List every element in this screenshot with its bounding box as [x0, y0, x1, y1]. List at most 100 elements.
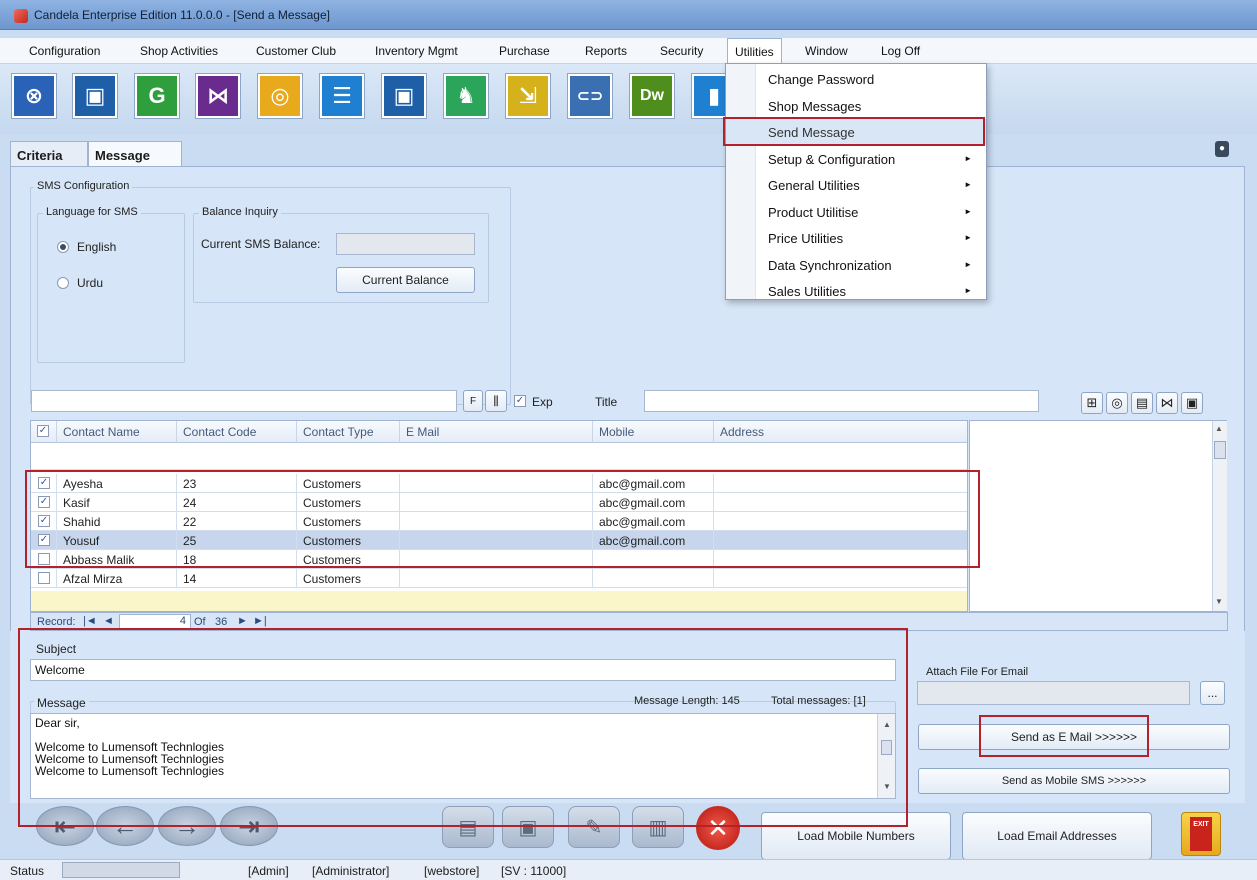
row-checkbox[interactable] [38, 572, 50, 584]
delete-icon[interactable]: ▥ [632, 806, 684, 848]
message-scroll-up-icon[interactable]: ▲ [883, 720, 891, 729]
menu-inventory-mgmt[interactable]: Inventory Mgmt [375, 44, 458, 58]
menu-window[interactable]: Window [805, 44, 848, 58]
radio-english[interactable] [57, 241, 69, 253]
table-row[interactable]: Abbass Malik 18 Customers [31, 550, 967, 569]
table-row[interactable]: ✓ Kasif 24 Customers abc@gmail.com [31, 493, 967, 512]
message-scroll-down-icon[interactable]: ▼ [883, 782, 891, 791]
dropdown-item-sales-utilities[interactable]: Sales Utilities ► [726, 278, 986, 299]
current-balance-button[interactable]: Current Balance [336, 267, 475, 293]
new-document-icon[interactable]: ▤ [442, 806, 494, 848]
load-email-addresses-button[interactable]: Load Email Addresses [962, 812, 1152, 860]
menu-security[interactable]: Security [660, 44, 703, 58]
col-email[interactable]: E Mail [400, 421, 593, 443]
col-contact-type[interactable]: Contact Type [297, 421, 400, 443]
cell-select: ✓ [31, 531, 57, 550]
menu-shop-activities[interactable]: Shop Activities [140, 44, 218, 58]
dreamweaver-icon[interactable]: Dw [630, 74, 674, 118]
last-record-icon[interactable]: ►| [253, 615, 267, 627]
grid-filter-row[interactable] [31, 443, 967, 470]
message-scrollbar[interactable]: ▲ ▼ [877, 714, 895, 798]
dropdown-item-product-utilitise[interactable]: Product Utilitise ► [726, 199, 986, 225]
col-mobile[interactable]: Mobile [593, 421, 714, 443]
grid-save-icon[interactable]: ▣ [1181, 392, 1203, 414]
table-row[interactable]: Afzal Mirza 14 Customers [31, 569, 967, 588]
exit-button[interactable]: EXIT [1181, 812, 1221, 856]
dropdown-item-change-password[interactable]: Change Password [726, 66, 986, 92]
filter-f-button[interactable]: F [463, 390, 483, 412]
outlook-icon[interactable]: ◎ [258, 74, 302, 118]
first-icon[interactable]: ⇤ [36, 806, 94, 846]
attach-file-field[interactable] [917, 681, 1190, 705]
grid-tool-2-icon[interactable]: ◎ [1106, 392, 1128, 414]
next-record-icon[interactable]: ► [237, 615, 248, 627]
visual-studio-icon[interactable]: ⋈ [196, 74, 240, 118]
row-checkbox[interactable]: ✓ [38, 534, 50, 546]
remote-icon[interactable]: ⇲ [506, 74, 550, 118]
row-checkbox[interactable]: ✓ [38, 477, 50, 489]
browse-button[interactable]: ... [1200, 681, 1225, 705]
select-all-checkbox[interactable]: ✓ [37, 425, 49, 437]
table-row[interactable]: ✓ Shahid 22 Customers abc@gmail.com [31, 512, 967, 531]
column-filter-icon[interactable]: ⫼ [485, 390, 507, 412]
tab-message[interactable]: Message [88, 141, 182, 167]
row-checkbox[interactable]: ✓ [38, 515, 50, 527]
menu-log-off[interactable]: Log Off [881, 44, 920, 58]
radio-urdu[interactable] [57, 277, 69, 289]
menu-reports[interactable]: Reports [585, 44, 627, 58]
dropdown-item-general-utilities[interactable]: General Utilities ► [726, 172, 986, 198]
link-icon[interactable]: ⊂⊃ [568, 74, 612, 118]
scroll-thumb[interactable] [1214, 441, 1226, 459]
last-icon[interactable]: ⇥ [220, 806, 278, 846]
grid-tool-4-icon[interactable]: ⋈ [1156, 392, 1178, 414]
list-icon[interactable]: ☰ [320, 74, 364, 118]
prev-record-icon[interactable]: ◄ [103, 615, 114, 627]
grid-new-row[interactable] [31, 591, 967, 611]
send-email-button[interactable]: Send as E Mail >>>>>> [918, 724, 1230, 750]
back-icon[interactable]: ← [96, 806, 154, 846]
scroll-up-icon[interactable]: ▲ [1215, 424, 1223, 433]
col-contact-name[interactable]: Contact Name [57, 421, 177, 443]
grid-tool-1-icon[interactable]: ⊞ [1081, 392, 1103, 414]
game-icon[interactable]: ♞ [444, 74, 488, 118]
dropdown-item-send-message[interactable]: Send Message [726, 119, 986, 145]
menu-configuration[interactable]: Configuration [29, 44, 100, 58]
edit-icon[interactable]: ✎ [568, 806, 620, 848]
col-contact-code[interactable]: Contact Code [177, 421, 297, 443]
dropdown-item-setup-configuration[interactable]: Setup & Configuration ► [726, 146, 986, 172]
current-record-field[interactable]: 4 [119, 614, 191, 629]
ie-icon[interactable]: ⊗ [12, 74, 56, 118]
google-icon[interactable]: G [135, 74, 179, 118]
mssql-icon[interactable]: ▣ [73, 74, 117, 118]
grid-tool-3-icon[interactable]: ▤ [1131, 392, 1153, 414]
dropdown-item-price-utilities[interactable]: Price Utilities ► [726, 225, 986, 251]
dropdown-item-data-synchronization[interactable]: Data Synchronization ► [726, 252, 986, 278]
table-row[interactable]: ✓ Yousuf 25 Customers abc@gmail.com [31, 531, 967, 550]
lock-icon[interactable]: ● [1215, 141, 1229, 157]
menu-customer-club[interactable]: Customer Club [256, 44, 336, 58]
table-row[interactable]: ✓ Ayesha 23 Customers abc@gmail.com [31, 474, 967, 493]
mssql2-icon[interactable]: ▣ [382, 74, 426, 118]
first-record-icon[interactable]: |◄ [83, 615, 97, 627]
tab-criteria[interactable]: Criteria [10, 141, 88, 167]
row-checkbox[interactable] [38, 553, 50, 565]
subject-input[interactable]: Welcome [30, 659, 896, 681]
send-sms-button[interactable]: Send as Mobile SMS >>>>>> [918, 768, 1230, 794]
col-address[interactable]: Address [714, 421, 967, 443]
scroll-down-icon[interactable]: ▼ [1215, 597, 1223, 606]
cancel-icon[interactable]: ✕ [696, 806, 740, 850]
menu-utilities[interactable]: Utilities [727, 38, 782, 64]
balance-field[interactable] [336, 233, 475, 255]
title-input[interactable] [644, 390, 1039, 412]
exp-checkbox[interactable]: ✓ [514, 395, 526, 407]
grid-scrollbar[interactable]: ▲ ▼ [1212, 421, 1227, 611]
message-scroll-thumb[interactable] [881, 740, 892, 755]
dropdown-item-shop-messages[interactable]: Shop Messages [726, 93, 986, 119]
load-mobile-numbers-button[interactable]: Load Mobile Numbers [761, 812, 951, 860]
save-icon[interactable]: ▣ [502, 806, 554, 848]
contact-search-input[interactable] [31, 390, 457, 412]
message-body[interactable]: Dear sir, Welcome to Lumensoft Technlogie… [30, 713, 896, 799]
menu-purchase[interactable]: Purchase [499, 44, 550, 58]
row-checkbox[interactable]: ✓ [38, 496, 50, 508]
forward-icon[interactable]: → [158, 806, 216, 846]
